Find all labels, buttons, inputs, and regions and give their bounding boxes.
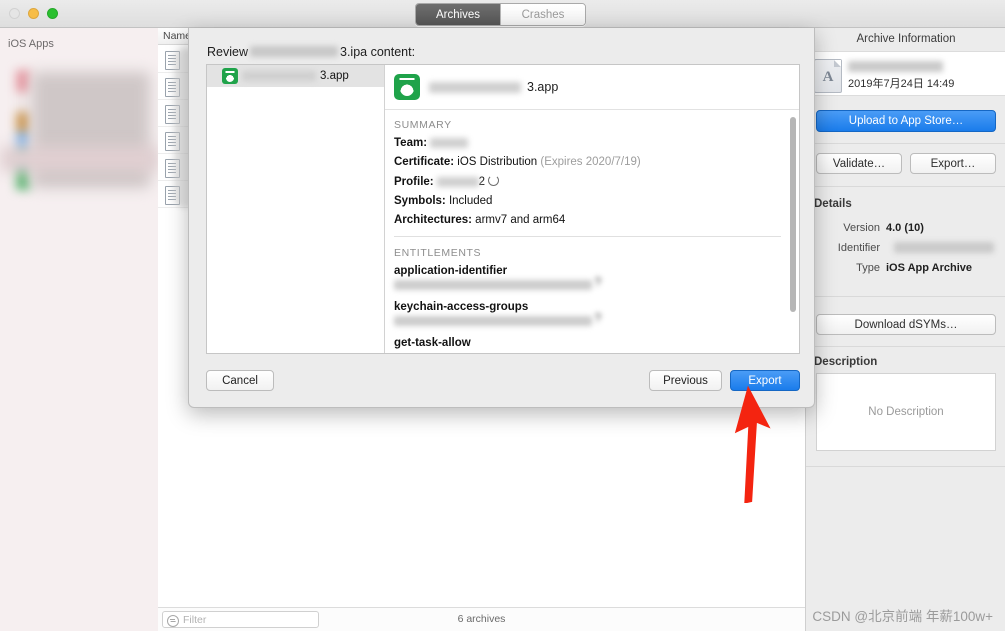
detail-version-value: 4.0 (10) bbox=[886, 222, 924, 234]
divider bbox=[394, 236, 781, 237]
apps-sidebar[interactable]: iOS Apps bbox=[0, 28, 158, 631]
watermark: CSDN @北京前端 年薪100w+ bbox=[812, 609, 993, 624]
archive-count-label: 6 archives bbox=[457, 613, 506, 625]
view-switcher: Archives Crashes bbox=[415, 3, 586, 26]
sheet-title-prefix: Review bbox=[207, 45, 248, 59]
tab-crashes[interactable]: Crashes bbox=[500, 4, 585, 25]
summary-profile-redacted bbox=[436, 176, 479, 187]
entitlement-key: keychain-access-groups bbox=[394, 301, 529, 313]
summary-profile: Profile: 2 bbox=[394, 175, 781, 189]
column-header-name-label: Name bbox=[163, 30, 192, 42]
summary-symbols-value: Included bbox=[448, 195, 493, 207]
export-button[interactable]: Export… bbox=[910, 153, 996, 174]
summary-certificate-value: iOS Distribution bbox=[457, 156, 538, 168]
entitlement-trailing: ? bbox=[594, 313, 601, 325]
detail-type-value: iOS App Archive bbox=[886, 262, 972, 274]
app-detail-pane: 3.app SUMMARY Team: Certificate: iOS Dis… bbox=[385, 65, 799, 353]
detail-scroll-area[interactable]: SUMMARY Team: Certificate: iOS Distribut… bbox=[385, 110, 799, 353]
summary-architectures: Architectures: armv7 and arm64 bbox=[394, 214, 781, 227]
detail-identifier-key: Identifier bbox=[837, 242, 880, 254]
summary-architectures-key: Architectures: bbox=[394, 214, 472, 226]
detail-app-name: 3.app bbox=[527, 80, 559, 94]
xcode-organizer-window: Archives Crashes iOS Apps Name Archive I… bbox=[0, 0, 1005, 631]
summary-profile-value: 2 bbox=[478, 176, 486, 188]
maximize-button[interactable] bbox=[47, 8, 58, 19]
summary-certificate-key: Certificate: bbox=[394, 156, 455, 168]
list-item[interactable]: 3.app bbox=[207, 65, 384, 87]
traffic-lights bbox=[9, 8, 58, 19]
divider bbox=[806, 466, 1005, 467]
divider bbox=[806, 186, 1005, 187]
sheet-title-suffix: 3.ipa content: bbox=[340, 45, 416, 59]
cancel-button[interactable]: Cancel bbox=[206, 370, 274, 391]
summary-heading: SUMMARY bbox=[394, 119, 452, 131]
sheet-title-redacted bbox=[250, 46, 338, 57]
list-item-label: 3.app bbox=[320, 70, 349, 82]
archive-icon: A bbox=[814, 59, 842, 93]
archive-icon-glyph: A bbox=[822, 69, 834, 85]
entitlement-get-task-allow: get-task-allow bbox=[394, 337, 781, 349]
summary-architectures-value: armv7 and arm64 bbox=[475, 214, 566, 226]
entitlement-value-redacted: ? bbox=[394, 277, 601, 290]
summary-team-key: Team: bbox=[394, 137, 428, 149]
divider bbox=[806, 296, 1005, 297]
sheet-title: Review 3.ipa content: bbox=[207, 45, 415, 59]
tab-archives[interactable]: Archives bbox=[416, 4, 500, 25]
summary-profile-key: Profile: bbox=[394, 176, 434, 188]
app-name-redacted bbox=[242, 71, 316, 81]
archive-summary-card: A 2019年7月24日 14:49 bbox=[806, 51, 1005, 96]
upload-to-app-store-button[interactable]: Upload to App Store… bbox=[816, 110, 996, 132]
refresh-icon[interactable] bbox=[488, 175, 500, 186]
summary-team: Team: bbox=[394, 137, 781, 150]
detail-header: 3.app bbox=[385, 65, 799, 110]
flask-icon bbox=[222, 68, 238, 84]
description-empty-label: No Description bbox=[868, 406, 944, 418]
entitlement-trailing: ? bbox=[594, 277, 601, 289]
validate-button[interactable]: Validate… bbox=[816, 153, 902, 174]
summary-certificate: Certificate: iOS Distribution (Expires 2… bbox=[394, 156, 781, 169]
previous-button[interactable]: Previous bbox=[649, 370, 722, 391]
detail-scrollbar[interactable] bbox=[790, 117, 796, 312]
description-box[interactable]: No Description bbox=[816, 373, 996, 451]
entitlement-key: application-identifier bbox=[394, 265, 508, 277]
summary-symbols: Symbols: Included bbox=[394, 195, 781, 208]
export-confirm-button[interactable]: Export bbox=[730, 370, 800, 391]
download-dsyms-button[interactable]: Download dSYMs… bbox=[816, 314, 996, 335]
detail-app-name-redacted bbox=[429, 81, 521, 93]
detail-type: Type iOS App Archive bbox=[806, 262, 996, 274]
entitlement-key: get-task-allow bbox=[394, 337, 471, 349]
entitlements-heading: ENTITLEMENTS bbox=[394, 247, 482, 259]
details-heading: Details bbox=[814, 198, 852, 210]
entitlement-application-identifier: application-identifier ? bbox=[394, 265, 781, 290]
sheet-body: 3.app 3.app SUMMARY Team: Certificate: i… bbox=[206, 64, 800, 354]
detail-identifier-redacted bbox=[894, 242, 994, 253]
status-bar: Filter 6 archives bbox=[158, 607, 805, 631]
detail-version-key: Version bbox=[843, 222, 880, 234]
flask-icon bbox=[394, 74, 420, 100]
window-toolbar: Archives Crashes bbox=[0, 0, 1005, 28]
description-heading: Description bbox=[814, 356, 878, 368]
summary-certificate-note: (Expires 2020/7/19) bbox=[540, 156, 641, 168]
entitlement-keychain-access-groups: keychain-access-groups ? bbox=[394, 301, 781, 326]
summary-team-redacted bbox=[430, 137, 469, 148]
summary-symbols-key: Symbols: bbox=[394, 195, 446, 207]
divider bbox=[806, 346, 1005, 347]
detail-type-key: Type bbox=[856, 262, 880, 274]
archive-date: 2019年7月24日 14:49 bbox=[848, 78, 955, 90]
panel-title: Archive Information bbox=[856, 33, 956, 45]
app-list[interactable]: 3.app bbox=[207, 65, 385, 353]
export-review-sheet: Review 3.ipa content: 3.app 3.app SUMMARY bbox=[188, 28, 815, 408]
close-button[interactable] bbox=[9, 8, 20, 19]
entitlement-value-redacted: ? bbox=[394, 313, 601, 326]
redacted-app-row bbox=[0, 146, 158, 172]
divider bbox=[806, 143, 1005, 144]
detail-version: Version 4.0 (10) bbox=[806, 222, 996, 234]
validate-export-row: Validate… Export… bbox=[816, 153, 996, 174]
archive-name-redacted bbox=[848, 61, 943, 72]
minimize-button[interactable] bbox=[28, 8, 39, 19]
sidebar-title: iOS Apps bbox=[8, 38, 54, 50]
archive-information-panel: Archive Information A 2019年7月24日 14:49 U… bbox=[805, 28, 1005, 631]
